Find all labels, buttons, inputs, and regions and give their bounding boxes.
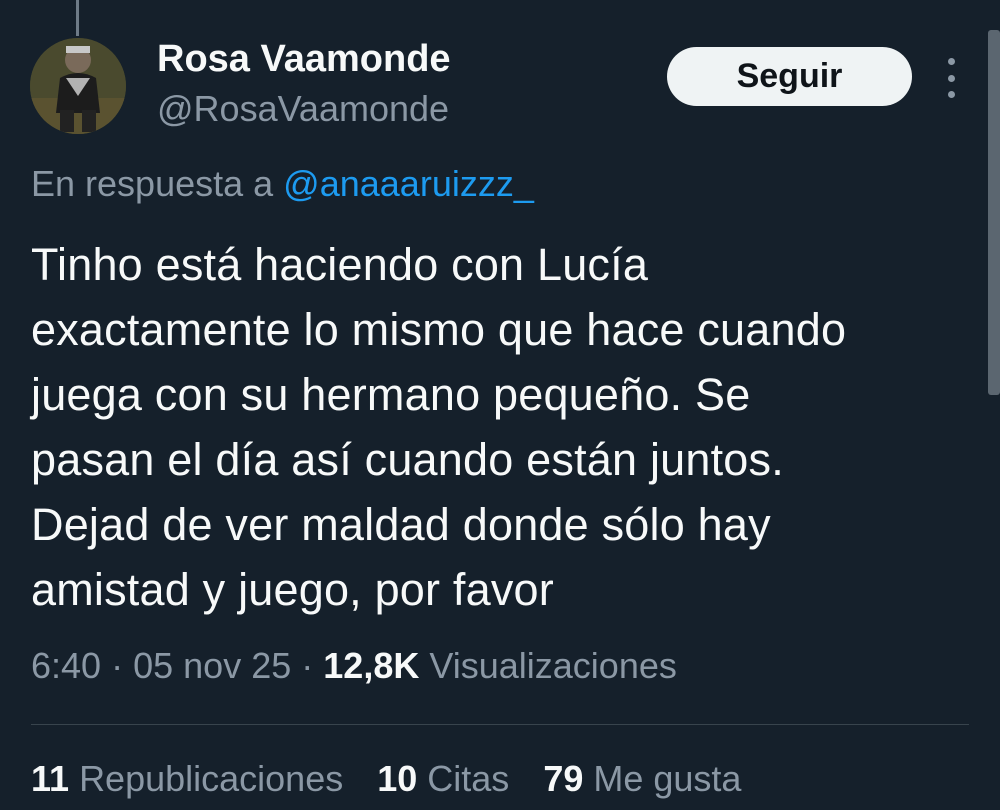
author-handle[interactable]: @RosaVaamonde <box>157 88 449 130</box>
reposts-count: 11 <box>31 758 70 799</box>
quotes-count: 10 <box>377 758 418 799</box>
tweet-meta: 6:40 · 05 nov 25 · 12,8K Visualizaciones <box>31 645 677 687</box>
author-display-name[interactable]: Rosa Vaamonde <box>157 38 451 81</box>
dot <box>947 91 955 98</box>
reposts-label: Republicaciones <box>79 758 344 799</box>
meta-separator: · <box>111 645 124 686</box>
dot <box>947 74 955 82</box>
divider <box>31 724 969 725</box>
tweet-text-line: exactamente lo mismo que hace cuando <box>31 304 847 355</box>
tweet-text: Tinho está haciendo con Lucía exactament… <box>31 232 981 622</box>
scrollbar-thumb[interactable] <box>988 30 1000 395</box>
follow-button[interactable]: Seguir <box>667 47 912 106</box>
meta-separator: · <box>301 645 314 686</box>
thread-connector-line <box>76 0 79 36</box>
tweet-date[interactable]: 05 nov 25 <box>133 645 291 686</box>
tweet-text-line: Dejad de ver maldad donde sólo hay <box>31 499 771 550</box>
likes-count: 79 <box>543 758 584 799</box>
dot <box>947 58 955 65</box>
tweet-text-line: pasan el día así cuando están juntos. <box>31 434 784 485</box>
reply-context: En respuesta a @anaaaruizzz_ <box>31 163 534 205</box>
quotes-label: Citas <box>427 758 510 799</box>
tweet-text-line: juega con su hermano pequeño. Se <box>31 369 751 420</box>
more-vertical-icon[interactable] <box>940 58 962 98</box>
author-avatar[interactable] <box>30 38 126 134</box>
tweet-time[interactable]: 6:40 <box>31 645 101 686</box>
tweet-text-line: amistad y juego, por favor <box>31 564 554 615</box>
engagement-stats: 11 Republicaciones 10 Citas 79 Me gusta <box>31 758 741 800</box>
reposts-stat[interactable]: 11 Republicaciones <box>31 758 343 800</box>
reply-context-prefix: En respuesta a <box>31 163 274 204</box>
views-label: Visualizaciones <box>429 645 677 686</box>
likes-stat[interactable]: 79 Me gusta <box>543 758 741 800</box>
tweet-text-line: Tinho está haciendo con Lucía <box>31 239 649 290</box>
reply-mention-link[interactable]: @anaaaruizzz_ <box>283 163 534 204</box>
quotes-stat[interactable]: 10 Citas <box>377 758 509 800</box>
views-count: 12,8K <box>323 645 420 686</box>
profile-photo-icon <box>30 38 126 134</box>
likes-label: Me gusta <box>593 758 742 799</box>
